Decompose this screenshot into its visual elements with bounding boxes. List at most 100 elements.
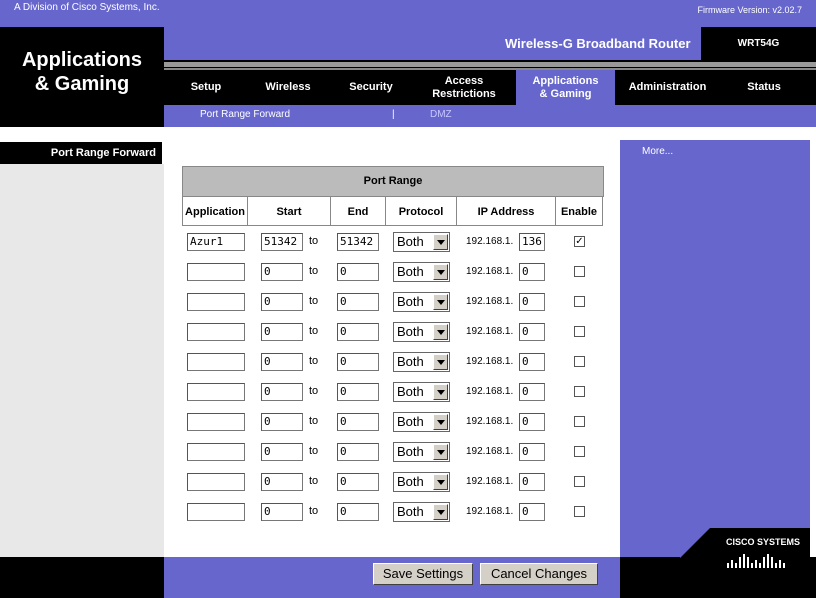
end-port-input[interactable]: 0 <box>337 413 379 431</box>
col-header-end: End <box>330 196 386 226</box>
ip-last-octet-input[interactable]: 0 <box>519 473 545 491</box>
cancel-changes-button[interactable]: Cancel Changes <box>480 563 598 585</box>
enable-checkbox[interactable] <box>574 386 585 397</box>
application-name-input[interactable] <box>187 473 245 491</box>
chevron-down-icon <box>433 444 448 460</box>
subtab-separator: | <box>392 109 395 120</box>
tab-status[interactable]: Status <box>730 70 798 105</box>
protocol-select[interactable]: Both <box>393 232 450 252</box>
section-title-line1: Applications <box>21 49 142 71</box>
end-port-input[interactable]: 0 <box>337 473 379 491</box>
end-port-input[interactable]: 0 <box>337 383 379 401</box>
enable-checkbox[interactable]: ✓ <box>574 236 585 247</box>
col-header-enable: Enable <box>555 196 603 226</box>
more-link[interactable]: More... <box>642 146 673 157</box>
ip-last-octet-input[interactable]: 0 <box>519 413 545 431</box>
chevron-down-icon <box>433 474 448 490</box>
end-port-input[interactable]: 0 <box>337 353 379 371</box>
division-text: A Division of Cisco Systems, Inc. <box>14 2 160 13</box>
firmware-version: Firmware Version: v2.02.7 <box>697 5 802 15</box>
chevron-down-icon <box>433 324 448 340</box>
protocol-select[interactable]: Both <box>393 292 450 312</box>
start-port-input[interactable]: 0 <box>261 443 303 461</box>
chevron-down-icon <box>433 504 448 520</box>
end-port-input[interactable]: 0 <box>337 323 379 341</box>
tab-applications-gaming[interactable]: Applications & Gaming <box>516 70 615 105</box>
protocol-select[interactable]: Both <box>393 412 450 432</box>
protocol-select[interactable]: Both <box>393 472 450 492</box>
to-label: to <box>309 505 319 517</box>
end-port-input[interactable]: 0 <box>337 503 379 521</box>
tab-access-restrictions[interactable]: Access Restrictions <box>416 70 512 105</box>
help-panel <box>620 140 816 557</box>
application-name-input[interactable] <box>187 263 245 281</box>
start-port-input[interactable]: 0 <box>261 383 303 401</box>
start-port-input[interactable]: 0 <box>261 413 303 431</box>
top-bar: A Division of Cisco Systems, Inc. Firmwa… <box>0 0 816 27</box>
to-label: to <box>309 475 319 487</box>
col-header-protocol: Protocol <box>385 196 457 226</box>
chevron-down-icon <box>433 264 448 280</box>
start-port-input[interactable]: 0 <box>261 293 303 311</box>
protocol-select[interactable]: Both <box>393 352 450 372</box>
enable-checkbox[interactable] <box>574 356 585 367</box>
enable-checkbox[interactable] <box>574 326 585 337</box>
cisco-logo-text: Cisco Systems <box>726 537 801 547</box>
tab-security[interactable]: Security <box>336 70 406 105</box>
subtab-port-range-forward[interactable]: Port Range Forward <box>200 109 290 120</box>
ip-last-octet-input[interactable]: 0 <box>519 353 545 371</box>
protocol-select[interactable]: Both <box>393 322 450 342</box>
application-name-input[interactable] <box>187 323 245 341</box>
start-port-input[interactable]: 0 <box>261 503 303 521</box>
subtab-dmz[interactable]: DMZ <box>430 109 452 120</box>
tab-setup[interactable]: Setup <box>172 70 240 105</box>
end-port-input[interactable]: 0 <box>337 443 379 461</box>
to-label: to <box>309 295 319 307</box>
application-name-input[interactable] <box>187 293 245 311</box>
to-label: to <box>309 235 319 247</box>
col-header-ip-address: IP Address <box>456 196 556 226</box>
col-header-start: Start <box>247 196 331 226</box>
application-name-input[interactable] <box>187 353 245 371</box>
enable-checkbox[interactable] <box>574 446 585 457</box>
protocol-select[interactable]: Both <box>393 382 450 402</box>
application-name-input[interactable] <box>187 443 245 461</box>
protocol-select[interactable]: Both <box>393 442 450 462</box>
enable-checkbox[interactable] <box>574 476 585 487</box>
start-port-input[interactable]: 0 <box>261 263 303 281</box>
save-settings-button[interactable]: Save Settings <box>373 563 473 585</box>
ip-last-octet-input[interactable]: 136 <box>519 233 545 251</box>
enable-checkbox[interactable] <box>574 506 585 517</box>
end-port-input[interactable]: 0 <box>337 263 379 281</box>
protocol-select[interactable]: Both <box>393 262 450 282</box>
ip-last-octet-input[interactable]: 0 <box>519 263 545 281</box>
to-label: to <box>309 325 319 337</box>
ip-last-octet-input[interactable]: 0 <box>519 443 545 461</box>
ip-last-octet-input[interactable]: 0 <box>519 383 545 401</box>
tab-wireless[interactable]: Wireless <box>250 70 326 105</box>
ip-prefix: 192.168.1. <box>466 446 514 457</box>
chevron-down-icon <box>433 294 448 310</box>
chevron-down-icon <box>433 414 448 430</box>
start-port-input[interactable]: 0 <box>261 323 303 341</box>
application-name-input[interactable]: Azur1 <box>187 233 245 251</box>
tab-administration[interactable]: Administration <box>620 70 715 105</box>
product-name: Wireless-G Broadband Router <box>505 36 691 51</box>
ip-last-octet-input[interactable]: 0 <box>519 323 545 341</box>
end-port-input[interactable]: 0 <box>337 293 379 311</box>
start-port-input[interactable]: 0 <box>261 473 303 491</box>
application-name-input[interactable] <box>187 383 245 401</box>
enable-checkbox[interactable] <box>574 266 585 277</box>
ip-last-octet-input[interactable]: 0 <box>519 503 545 521</box>
protocol-select[interactable]: Both <box>393 502 450 522</box>
chevron-down-icon <box>433 384 448 400</box>
chevron-down-icon <box>433 234 448 250</box>
enable-checkbox[interactable] <box>574 296 585 307</box>
application-name-input[interactable] <box>187 413 245 431</box>
ip-last-octet-input[interactable]: 0 <box>519 293 545 311</box>
enable-checkbox[interactable] <box>574 416 585 427</box>
start-port-input[interactable]: 0 <box>261 353 303 371</box>
start-port-input[interactable]: 51342 <box>261 233 303 251</box>
application-name-input[interactable] <box>187 503 245 521</box>
end-port-input[interactable]: 51342 <box>337 233 379 251</box>
